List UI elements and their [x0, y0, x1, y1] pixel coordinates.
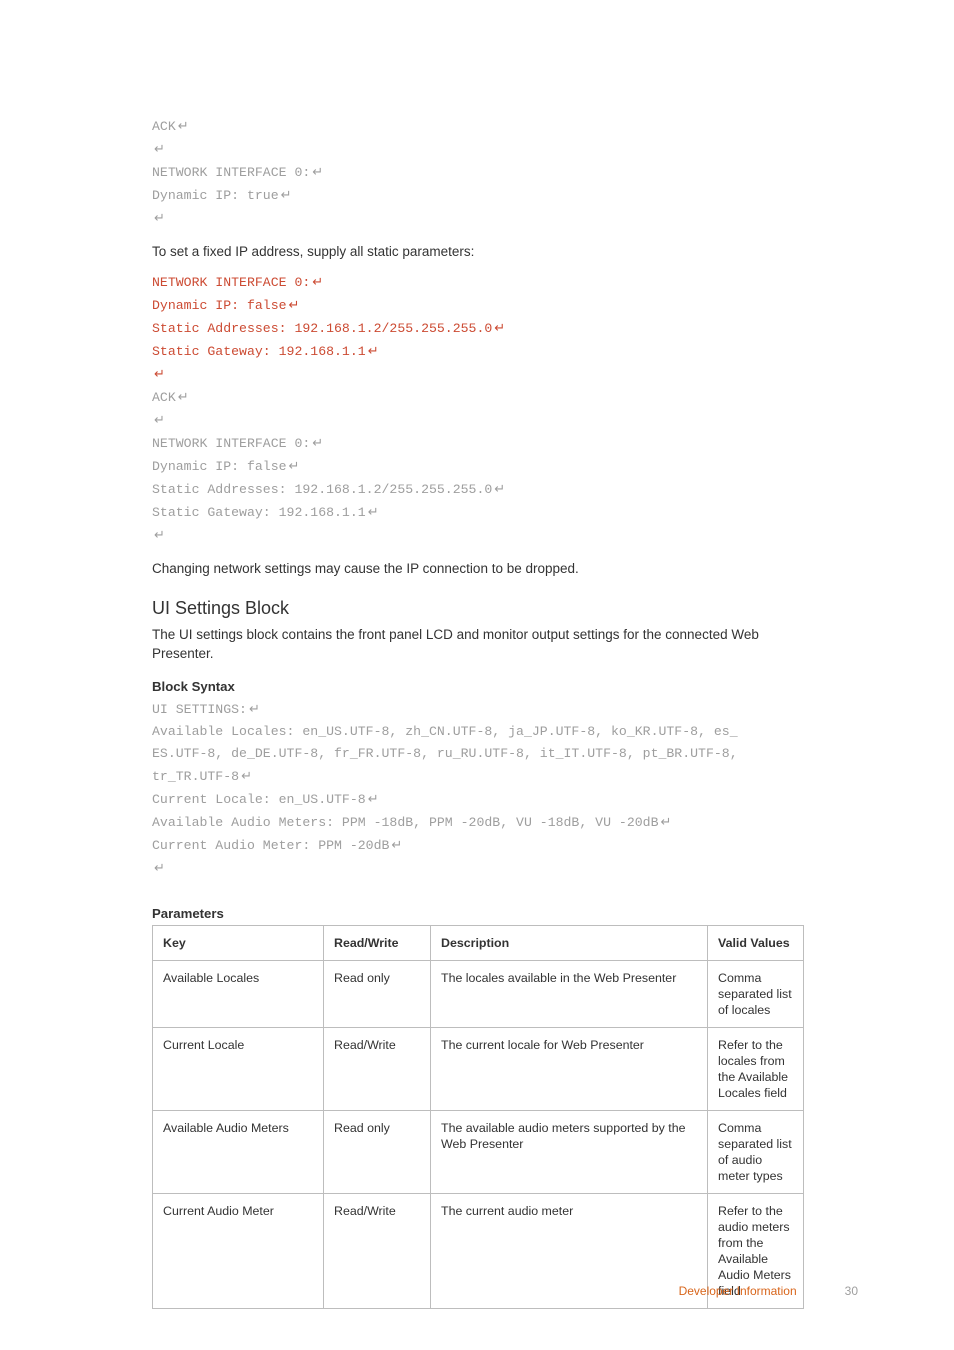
block-syntax-label: Block Syntax: [152, 679, 804, 694]
return-icon: ↵: [281, 184, 292, 206]
code-line: ACK: [152, 390, 176, 405]
return-icon: ↵: [494, 478, 505, 500]
return-icon: ↵: [660, 811, 671, 833]
page: ACK↵ ↵ NETWORK INTERFACE 0:↵ Dynamic IP:…: [0, 0, 954, 1350]
page-footer: Developer Information 30: [679, 1284, 858, 1298]
cell-key: Available Audio Meters: [153, 1111, 324, 1194]
th-rw: Read/Write: [324, 926, 431, 961]
table-row: Available Audio Meters Read only The ava…: [153, 1111, 804, 1194]
th-desc: Description: [431, 926, 708, 961]
return-icon: ↵: [154, 524, 165, 546]
cell-vv: Comma separated list of audio meter type…: [708, 1111, 804, 1194]
code-line: ACK: [152, 119, 176, 134]
cell-desc: The current audio meter: [431, 1194, 708, 1309]
return-icon: ↵: [368, 340, 379, 362]
code-line: Available Audio Meters: PPM -18dB, PPM -…: [152, 815, 658, 830]
footer-section: Developer Information: [679, 1284, 797, 1298]
cell-rw: Read/Write: [324, 1194, 431, 1309]
cell-key: Current Audio Meter: [153, 1194, 324, 1309]
paragraph: The UI settings block contains the front…: [152, 625, 804, 663]
return-icon: ↵: [368, 788, 379, 810]
code-line: Static Addresses: 192.168.1.2/255.255.25…: [152, 482, 492, 497]
return-icon: ↵: [154, 207, 165, 229]
th-key: Key: [153, 926, 324, 961]
table-row: Current Locale Read/Write The current lo…: [153, 1028, 804, 1111]
cell-desc: The available audio meters supported by …: [431, 1111, 708, 1194]
cell-rw: Read only: [324, 1111, 431, 1194]
code-line: NETWORK INTERFACE 0:: [152, 165, 310, 180]
code-line: NETWORK INTERFACE 0:: [152, 436, 310, 451]
cell-rw: Read only: [324, 961, 431, 1028]
code-line: Static Gateway: 192.168.1.1: [152, 344, 366, 359]
code-line: Dynamic IP: false: [152, 459, 287, 474]
return-icon: ↵: [312, 432, 323, 454]
code-line: Static Addresses: 192.168.1.2/255.255.25…: [152, 321, 492, 336]
return-icon: ↵: [312, 271, 323, 293]
heading-ui-settings: UI Settings Block: [152, 598, 804, 619]
cell-key: Available Locales: [153, 961, 324, 1028]
cell-desc: The current locale for Web Presenter: [431, 1028, 708, 1111]
cell-vv: Refer to the locales from the Available …: [708, 1028, 804, 1111]
return-icon: ↵: [178, 386, 189, 408]
cell-rw: Read/Write: [324, 1028, 431, 1111]
th-vv: Valid Values: [708, 926, 804, 961]
parameters-label: Parameters: [152, 906, 804, 921]
code-line: UI SETTINGS:: [152, 702, 247, 717]
return-icon: ↵: [249, 698, 260, 720]
return-icon: ↵: [289, 294, 300, 316]
table-row: Available Locales Read only The locales …: [153, 961, 804, 1028]
code-block-2: NETWORK INTERFACE 0:↵ Dynamic IP: false↵…: [152, 271, 804, 547]
return-icon: ↵: [391, 834, 402, 856]
footer-page-number: 30: [845, 1284, 858, 1298]
code-block-1: ACK↵ ↵ NETWORK INTERFACE 0:↵ Dynamic IP:…: [152, 115, 804, 230]
cell-key: Current Locale: [153, 1028, 324, 1111]
cell-desc: The locales available in the Web Present…: [431, 961, 708, 1028]
return-icon: ↵: [494, 317, 505, 339]
code-line: Current Locale: en_US.UTF-8: [152, 792, 366, 807]
code-line: Available Locales: en_US.UTF-8, zh_CN.UT…: [152, 724, 738, 739]
code-line: Dynamic IP: true: [152, 188, 279, 203]
code-line: NETWORK INTERFACE 0:: [152, 275, 310, 290]
return-icon: ↵: [178, 115, 189, 137]
return-icon: ↵: [154, 363, 165, 385]
return-icon: ↵: [312, 161, 323, 183]
return-icon: ↵: [289, 455, 300, 477]
paragraph: To set a fixed IP address, supply all st…: [152, 242, 804, 261]
return-icon: ↵: [154, 409, 165, 431]
table-header-row: Key Read/Write Description Valid Values: [153, 926, 804, 961]
code-line: tr_TR.UTF-8: [152, 769, 239, 784]
parameters-table: Key Read/Write Description Valid Values …: [152, 925, 804, 1309]
return-icon: ↵: [368, 501, 379, 523]
return-icon: ↵: [241, 765, 252, 787]
return-icon: ↵: [154, 857, 165, 879]
paragraph: Changing network settings may cause the …: [152, 559, 804, 578]
code-line: Dynamic IP: false: [152, 298, 287, 313]
code-block-3: UI SETTINGS:↵ Available Locales: en_US.U…: [152, 698, 804, 880]
return-icon: ↵: [154, 138, 165, 160]
cell-vv: Comma separated list of locales: [708, 961, 804, 1028]
code-line: Current Audio Meter: PPM -20dB: [152, 838, 389, 853]
code-line: Static Gateway: 192.168.1.1: [152, 505, 366, 520]
code-line: ES.UTF-8, de_DE.UTF-8, fr_FR.UTF-8, ru_R…: [152, 746, 746, 761]
